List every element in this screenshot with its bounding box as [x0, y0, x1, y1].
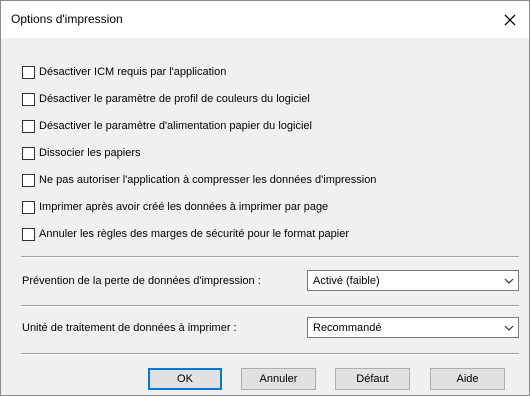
cancel-button[interactable]: Annuler: [241, 368, 316, 390]
data-loss-prevention-label: Prévention de la perte de données d'impr…: [22, 275, 261, 287]
option-label: Dissocier les papiers: [39, 147, 141, 159]
default-button[interactable]: Défaut: [335, 368, 410, 390]
close-button[interactable]: [497, 7, 523, 33]
checkbox[interactable]: [22, 92, 35, 106]
option-label: Annuler les règles des marges de sécurit…: [39, 228, 349, 240]
checkbox[interactable]: [22, 146, 35, 160]
option-no-compression[interactable]: Ne pas autoriser l'application à compres…: [22, 172, 376, 188]
option-print-per-page[interactable]: Imprimer après avoir créé les données à …: [22, 199, 328, 215]
checkbox[interactable]: [22, 119, 35, 133]
option-cancel-margin-rules[interactable]: Annuler les règles des marges de sécurit…: [22, 226, 349, 242]
processing-unit-label: Unité de traitement de données à imprime…: [22, 322, 237, 334]
select-value: Activé (faible): [313, 274, 380, 287]
print-options-dialog: Options d'impression Désactiver ICM requ…: [0, 0, 530, 396]
dialog-title: Options d'impression: [11, 12, 123, 26]
chevron-down-icon: [504, 278, 514, 284]
help-button[interactable]: Aide: [430, 368, 505, 390]
checkbox[interactable]: [22, 173, 35, 187]
option-label: Désactiver le paramètre de profil de cou…: [39, 93, 310, 105]
close-icon: [504, 14, 516, 26]
option-disable-color-profile[interactable]: Désactiver le paramètre de profil de cou…: [22, 91, 310, 107]
ok-button[interactable]: OK: [148, 368, 222, 390]
option-label: Désactiver le paramètre d'alimentation p…: [39, 120, 312, 132]
checkbox[interactable]: [22, 227, 35, 241]
checkbox[interactable]: [22, 200, 35, 214]
option-ungroup-papers[interactable]: Dissocier les papiers: [22, 145, 140, 161]
option-label: Imprimer après avoir créé les données à …: [39, 201, 329, 213]
chevron-down-icon: [504, 325, 514, 331]
separator: [21, 353, 519, 355]
separator: [21, 256, 519, 258]
option-label: Désactiver ICM requis par l'application: [39, 66, 227, 78]
separator: [21, 305, 519, 307]
option-disable-icm[interactable]: Désactiver ICM requis par l'application: [22, 64, 226, 80]
title-bar: Options d'impression: [1, 1, 529, 38]
data-loss-prevention-select[interactable]: Activé (faible): [307, 270, 519, 291]
processing-unit-select[interactable]: Recommandé: [307, 317, 519, 338]
checkbox[interactable]: [22, 65, 35, 79]
option-disable-paper-source[interactable]: Désactiver le paramètre d'alimentation p…: [22, 118, 312, 134]
select-value: Recommandé: [313, 321, 382, 334]
option-label: Ne pas autoriser l'application à compres…: [39, 174, 377, 186]
